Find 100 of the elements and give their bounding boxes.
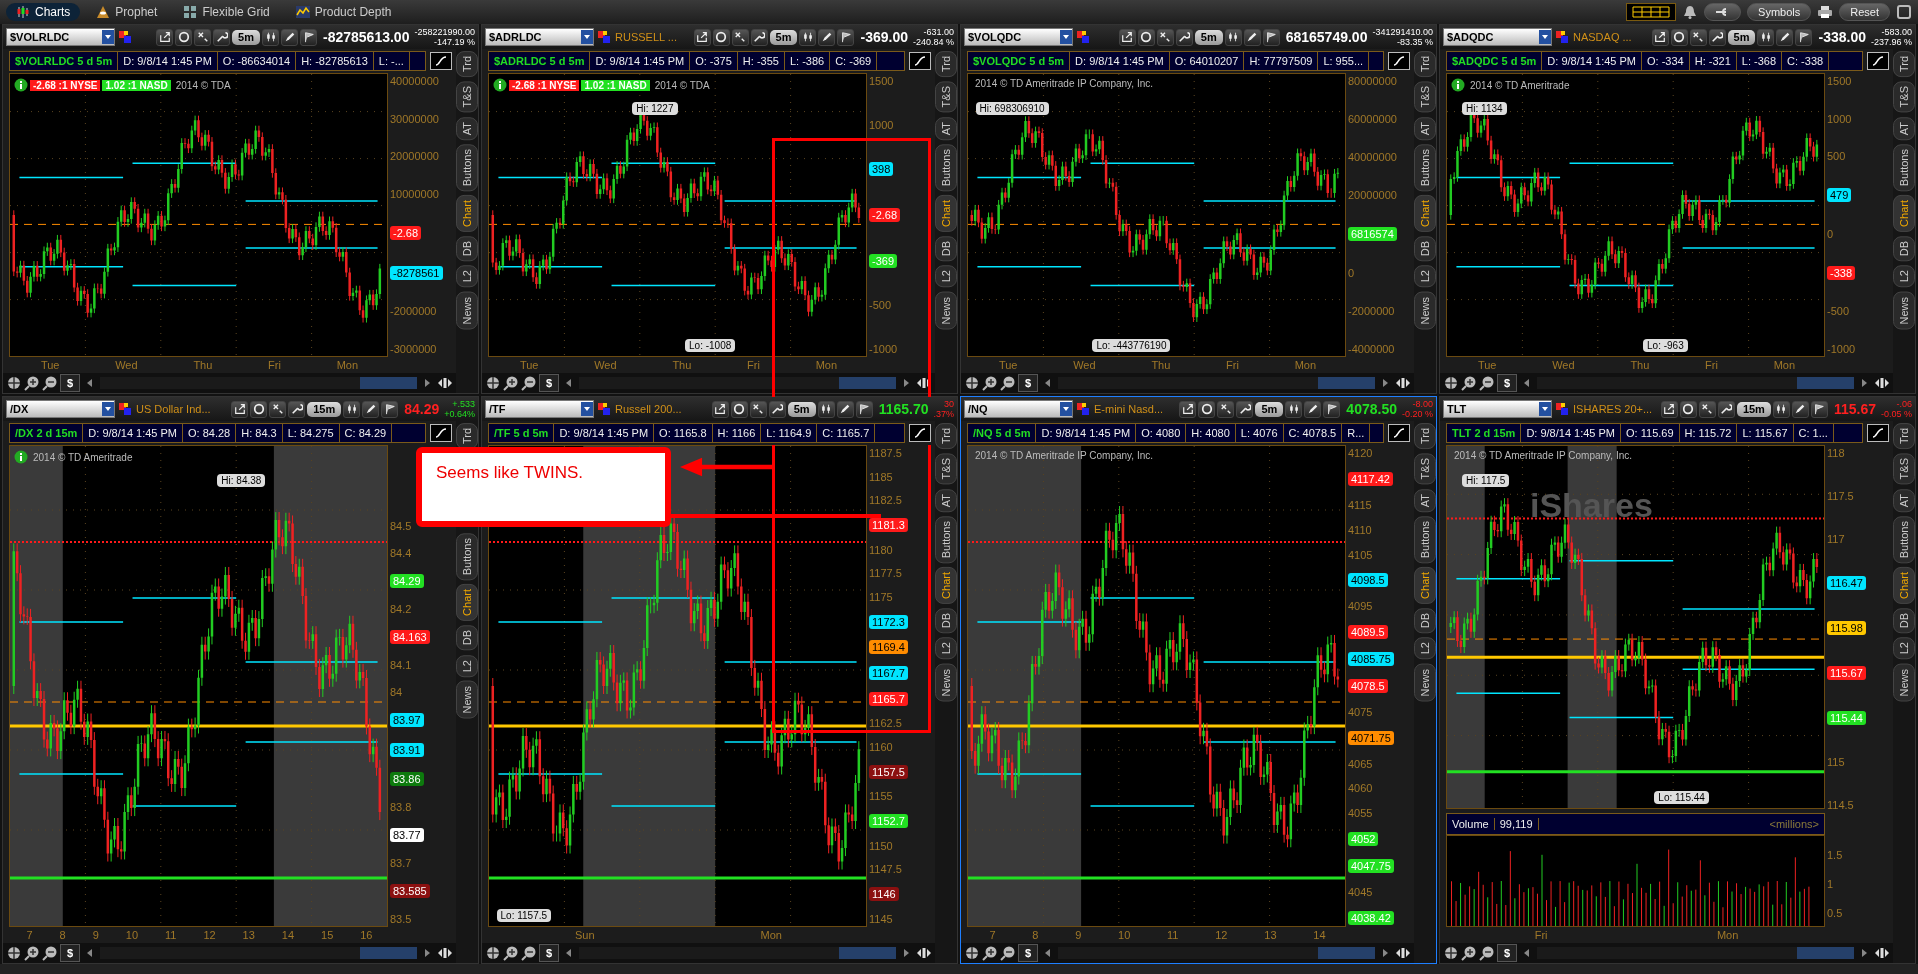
side-tab[interactable]: News (935, 663, 957, 701)
side-tab[interactable]: DB (1893, 607, 1915, 634)
side-tab[interactable]: L2 (1414, 265, 1436, 288)
info-icon[interactable] (1451, 78, 1465, 92)
color-squares-icon[interactable] (119, 31, 131, 43)
side-tab[interactable]: AT (1893, 116, 1915, 140)
flag-button[interactable] (300, 28, 317, 46)
crosshair-icon[interactable] (964, 945, 980, 961)
expand-icon[interactable] (437, 375, 453, 391)
interval-button[interactable]: 5m (769, 29, 798, 45)
wrench-button[interactable] (1708, 28, 1726, 46)
interval-button[interactable]: 15m (1736, 401, 1771, 417)
side-tab[interactable]: L2 (935, 265, 957, 288)
zoom-in-icon[interactable] (503, 375, 519, 391)
currency-button[interactable]: $ (1018, 374, 1038, 392)
side-tab[interactable]: AT (1414, 488, 1436, 512)
color-squares-icon[interactable] (1556, 31, 1568, 43)
chart-settings-button[interactable] (430, 424, 452, 442)
symbol-field[interactable]: TLT (1443, 400, 1552, 418)
pencil-button[interactable] (1791, 400, 1809, 418)
wrench-button[interactable] (213, 28, 231, 46)
color-squares-icon[interactable] (1077, 403, 1089, 415)
bell-icon[interactable] (1682, 4, 1699, 20)
side-tab[interactable]: AT (456, 116, 478, 140)
chart-style-button[interactable] (799, 28, 817, 46)
zoom-out-icon[interactable] (1479, 375, 1495, 391)
chart-style-button[interactable] (1772, 400, 1790, 418)
side-tab[interactable]: Buttons (1893, 515, 1915, 564)
scrollbar-thumb[interactable] (1796, 947, 1854, 959)
side-tab[interactable]: Chart (1893, 567, 1915, 604)
side-tab[interactable]: Buttons (456, 143, 478, 192)
pencil-button[interactable] (836, 400, 854, 418)
symbols-button[interactable]: Symbols (1747, 3, 1812, 21)
currency-button[interactable]: $ (539, 944, 559, 962)
scrollbar-thumb[interactable] (838, 947, 896, 959)
currency-button[interactable]: $ (60, 374, 80, 392)
side-tab[interactable]: Chart (1893, 195, 1915, 232)
flag-button[interactable] (1262, 28, 1280, 46)
target-button[interactable] (175, 28, 193, 46)
side-tab[interactable]: T&S (935, 81, 957, 113)
side-tab[interactable]: Buttons (1893, 143, 1915, 192)
crosshair-icon[interactable] (1443, 945, 1459, 961)
drawing-tools-button[interactable] (1156, 28, 1174, 46)
symbol-field[interactable]: $VOLRLDC (6, 28, 115, 46)
target-button[interactable] (730, 400, 748, 418)
drawing-tools-button[interactable] (1689, 28, 1707, 46)
crosshair-icon[interactable] (964, 375, 980, 391)
app-tab[interactable]: Prophet (86, 3, 168, 21)
app-tab[interactable]: Product Depth (285, 3, 402, 21)
side-tab[interactable]: L2 (1893, 637, 1915, 660)
currency-button[interactable]: $ (1497, 374, 1517, 392)
side-tab[interactable]: DB (1414, 235, 1436, 262)
interval-button[interactable]: 5m (1727, 29, 1756, 45)
zoom-in-icon[interactable] (24, 945, 40, 961)
side-tab[interactable]: Chart (1414, 195, 1436, 232)
expand-icon[interactable] (1395, 375, 1411, 391)
color-squares-icon[interactable] (1556, 403, 1568, 415)
zoom-in-icon[interactable] (503, 945, 519, 961)
scrollbar-thumb[interactable] (359, 377, 417, 389)
side-tab[interactable]: AT (1414, 116, 1436, 140)
share-button[interactable] (711, 400, 729, 418)
drawing-tools-button[interactable] (269, 400, 287, 418)
chart-style-button[interactable] (1285, 400, 1303, 418)
side-tab[interactable]: News (456, 291, 478, 329)
side-tab[interactable]: Trd (1414, 423, 1436, 450)
side-tab[interactable]: Chart (935, 195, 957, 232)
currency-button[interactable]: $ (60, 944, 80, 962)
zoom-in-icon[interactable] (1461, 375, 1477, 391)
app-tab[interactable]: Charts (6, 3, 81, 21)
side-tab[interactable]: Trd (1893, 423, 1915, 450)
scrollbar-thumb[interactable] (359, 947, 417, 959)
expand-icon[interactable] (437, 945, 453, 961)
interval-button[interactable]: 5m (232, 29, 260, 45)
share-button[interactable] (156, 28, 174, 46)
layout-grid-button[interactable] (1626, 3, 1677, 21)
crosshair-icon[interactable] (1443, 375, 1459, 391)
color-squares-icon[interactable] (598, 403, 610, 415)
zoom-in-icon[interactable] (982, 375, 998, 391)
scrollbar-thumb[interactable] (1317, 377, 1375, 389)
chart-settings-button[interactable] (1867, 52, 1889, 70)
side-tab[interactable]: News (1414, 663, 1436, 701)
share-button[interactable] (231, 400, 249, 418)
flag-button[interactable] (1810, 400, 1828, 418)
side-tab[interactable]: L2 (1893, 265, 1915, 288)
side-tab[interactable]: DB (456, 625, 478, 651)
tools-button[interactable] (1704, 3, 1742, 21)
zoom-out-icon[interactable] (521, 375, 537, 391)
crosshair-icon[interactable] (485, 375, 501, 391)
drawing-tools-button[interactable] (194, 28, 212, 46)
chart-style-button[interactable] (817, 400, 835, 418)
pencil-button[interactable] (1304, 400, 1322, 418)
side-tab[interactable]: DB (1414, 607, 1436, 634)
side-tab[interactable]: Buttons (1414, 143, 1436, 192)
crosshair-icon[interactable] (6, 375, 22, 391)
interval-button[interactable]: 5m (787, 401, 816, 417)
symbol-field[interactable]: $VOLQDC (964, 28, 1073, 46)
side-tab[interactable]: Chart (456, 584, 478, 622)
pencil-button[interactable] (281, 28, 298, 46)
symbol-field[interactable]: /DX (6, 400, 115, 418)
side-tab[interactable]: DB (456, 235, 478, 262)
